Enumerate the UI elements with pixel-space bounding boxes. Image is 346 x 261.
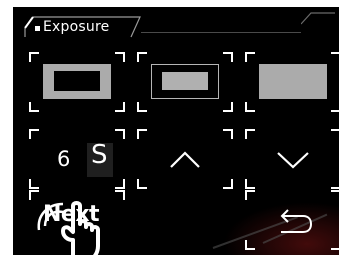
corner-mark xyxy=(115,129,125,139)
metering-center-weighted-button[interactable] xyxy=(29,52,125,112)
corner-mark xyxy=(331,52,339,62)
corner-mark xyxy=(115,52,125,62)
return-arrow-icon xyxy=(280,209,313,233)
chevron-down-icon xyxy=(277,152,309,169)
page-title: Exposure xyxy=(43,19,110,35)
corner-mark xyxy=(245,102,255,112)
next-button[interactable]: Next xyxy=(29,190,125,255)
exposure-value-unit: S xyxy=(91,140,108,170)
metering-average-button[interactable] xyxy=(245,52,339,112)
corner-mark xyxy=(115,179,125,189)
chevron-up-icon xyxy=(170,151,200,168)
decrease-button[interactable] xyxy=(245,129,339,189)
exposure-value-field[interactable]: 6 S xyxy=(29,129,125,189)
header-divider xyxy=(141,32,301,33)
header-tab: Exposure xyxy=(23,16,141,38)
corner-mark xyxy=(29,52,39,62)
camera-menu-screen: Exposure 6 S Next xyxy=(13,7,339,255)
corner-decoration xyxy=(301,12,335,25)
corner-mark xyxy=(223,102,233,112)
corner-mark xyxy=(137,52,147,62)
corner-mark xyxy=(115,102,125,112)
hand-pointer-icon xyxy=(37,201,100,255)
metering-spot-button[interactable] xyxy=(137,52,233,112)
corner-mark xyxy=(29,102,39,112)
exposure-value-number: 6 xyxy=(57,147,71,171)
back-button[interactable] xyxy=(245,190,339,250)
corner-mark xyxy=(331,102,339,112)
corner-mark xyxy=(137,102,147,112)
corner-mark xyxy=(29,179,39,189)
corner-mark xyxy=(223,52,233,62)
header-bullet xyxy=(35,26,40,31)
corner-mark xyxy=(245,52,255,62)
increase-button[interactable] xyxy=(137,129,233,189)
corner-mark xyxy=(29,129,39,139)
